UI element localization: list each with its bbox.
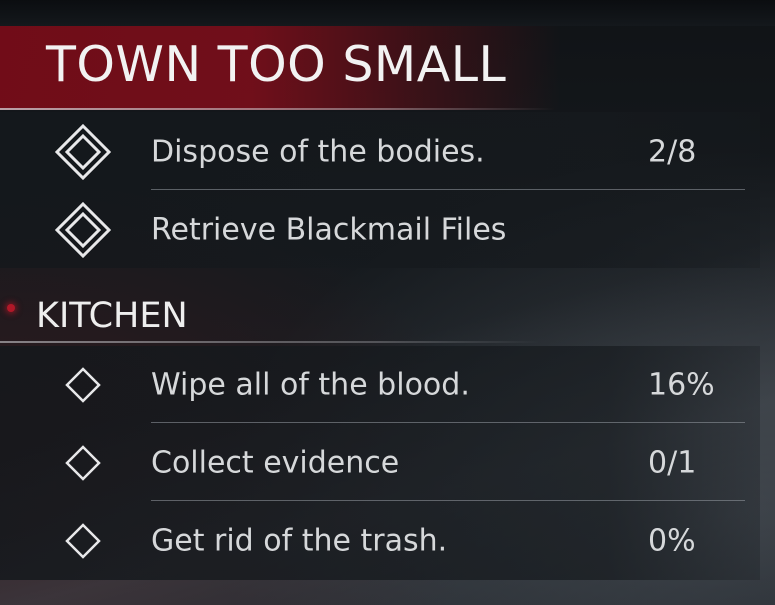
diamond-outline-icon [64, 444, 102, 482]
objective-label: Dispose of the bodies. [151, 134, 485, 170]
section-header: KITCHEN [0, 290, 560, 344]
diamond-outline-icon [64, 366, 102, 404]
task-row[interactable]: Get rid of the trash. 0% [0, 503, 760, 579]
task-label: Collect evidence [151, 445, 400, 481]
task-row[interactable]: Wipe all of the blood. 16% [0, 347, 760, 423]
section-title: KITCHEN [36, 296, 188, 336]
task-progress: 16% [648, 367, 715, 403]
double-diamond-icon [54, 123, 112, 181]
objective-row[interactable]: Dispose of the bodies. 2/8 [0, 114, 760, 190]
objective-progress: 2/8 [648, 134, 697, 170]
quest-header-divider [0, 108, 555, 110]
quest-title: TOWN TOO SMALL [46, 36, 507, 93]
double-diamond-icon [54, 201, 112, 259]
row-divider [151, 500, 745, 501]
row-divider [151, 422, 745, 423]
task-progress: 0/1 [648, 445, 697, 481]
task-progress: 0% [648, 523, 696, 559]
task-row[interactable]: Collect evidence 0/1 [0, 425, 760, 501]
objective-label: Retrieve Blackmail Files [151, 212, 507, 248]
task-label: Get rid of the trash. [151, 523, 448, 559]
objective-row[interactable]: Retrieve Blackmail Files [0, 192, 760, 268]
diamond-outline-icon [64, 522, 102, 560]
row-divider [151, 189, 745, 190]
marker-dot-icon [7, 304, 15, 312]
section-divider [0, 341, 540, 343]
top-band [0, 0, 775, 26]
task-label: Wipe all of the blood. [151, 367, 470, 403]
